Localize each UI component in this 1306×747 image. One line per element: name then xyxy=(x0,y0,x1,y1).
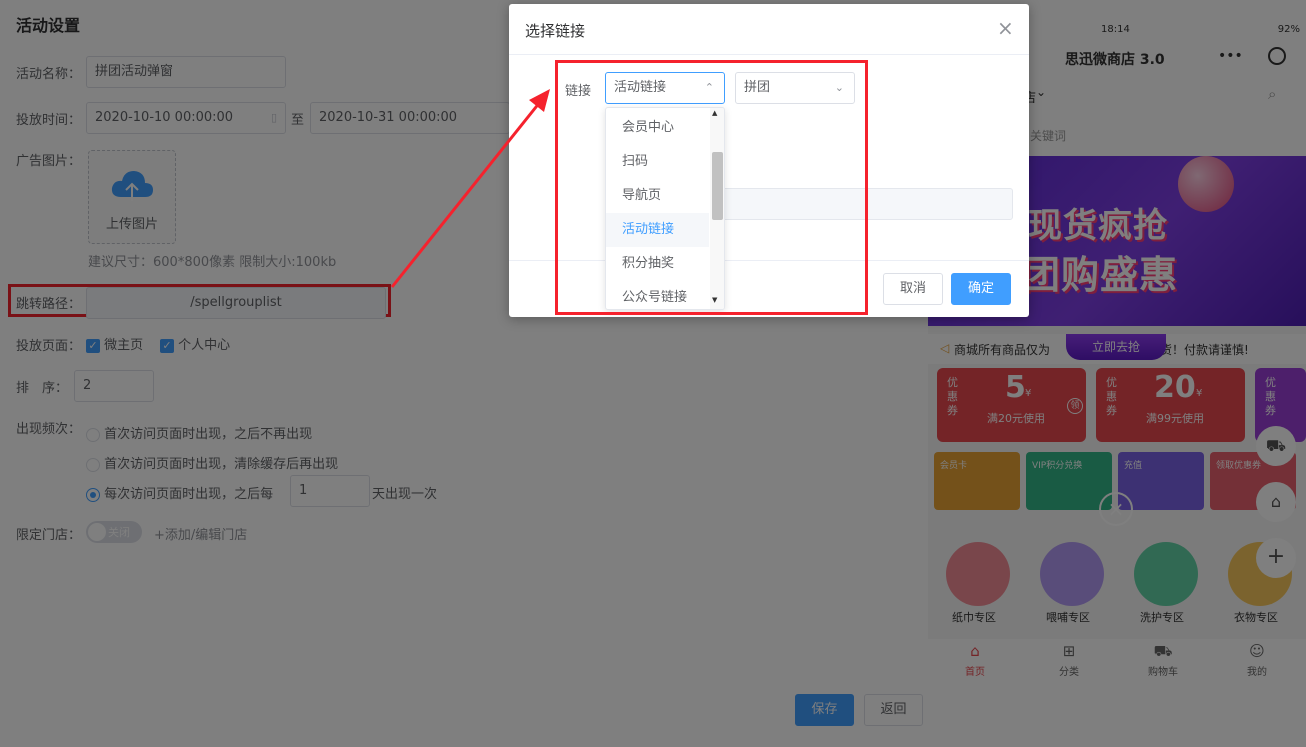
annotation-arrow xyxy=(390,89,550,288)
